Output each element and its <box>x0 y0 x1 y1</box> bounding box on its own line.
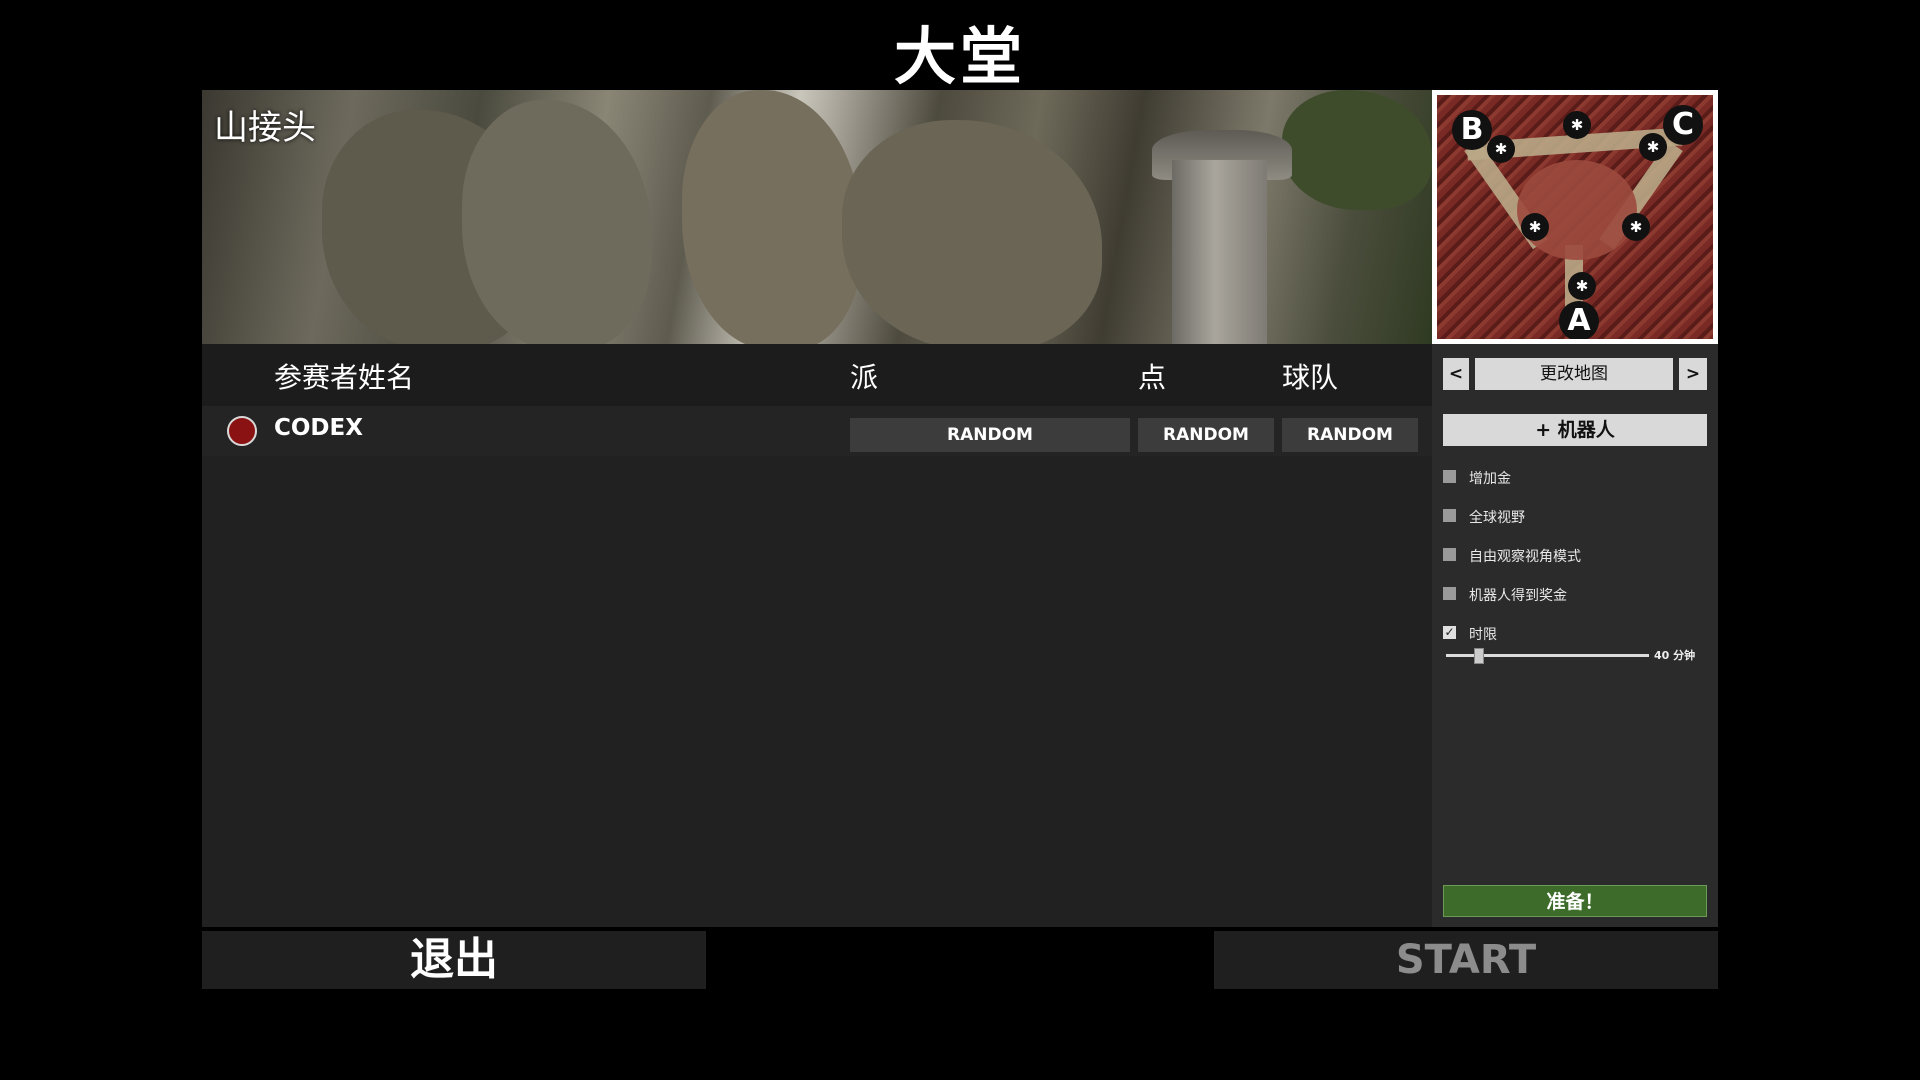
change-map-button[interactable]: 更改地图 <box>1475 358 1673 390</box>
checkbox[interactable] <box>1443 470 1456 483</box>
option-bonus-gold[interactable]: 增加金 <box>1443 468 1703 488</box>
team-select-button[interactable]: RANDOM <box>1282 418 1418 452</box>
resource-node-icon: ✱ <box>1563 111 1591 139</box>
resource-node-icon: ✱ <box>1521 213 1549 241</box>
resource-node-icon: ✱ <box>1622 213 1650 241</box>
minimap: B C A ✱ ✱ ✱ ✱ ✱ ✱ <box>1432 90 1718 344</box>
header-spawn: 点 <box>1138 361 1167 394</box>
header-team: 球队 <box>1282 361 1339 394</box>
player-row: CODEX RANDOM RANDOM RANDOM <box>202 406 1432 456</box>
next-map-button[interactable]: > <box>1679 358 1707 390</box>
map-name: 山接头 <box>214 108 316 148</box>
checkbox[interactable] <box>1443 548 1456 561</box>
spawn-select-button[interactable]: RANDOM <box>1138 418 1274 452</box>
ready-button[interactable]: 准备！ <box>1443 885 1707 917</box>
checkbox[interactable] <box>1443 587 1456 600</box>
option-global-vision[interactable]: 全球视野 <box>1443 507 1703 527</box>
resource-node-icon: ✱ <box>1568 272 1596 300</box>
add-bot-button[interactable]: + 机器人 <box>1443 414 1707 446</box>
player-color-swatch[interactable] <box>227 416 257 446</box>
option-time-limit[interactable]: ✓ 时限 <box>1443 624 1703 644</box>
player-list-header: 参赛者姓名 派 点 球队 <box>202 344 1432 406</box>
lobby-title: 大堂 <box>893 20 1026 93</box>
base-c-marker: C <box>1663 105 1703 145</box>
time-limit-slider-handle[interactable] <box>1474 648 1484 664</box>
resource-node-icon: ✱ <box>1639 133 1667 161</box>
settings-panel: < 更改地图 > + 机器人 增加金 全球视野 自由观察视角模式 机器人得到奖金… <box>1432 344 1718 927</box>
header-player-name: 参赛者姓名 <box>274 361 415 394</box>
option-bot-bonus[interactable]: 机器人得到奖金 <box>1443 585 1703 605</box>
player-name: CODEX <box>274 415 363 441</box>
faction-select-button[interactable]: RANDOM <box>850 418 1130 452</box>
map-preview-banner: 山接头 <box>202 90 1432 344</box>
start-button[interactable]: START <box>1214 931 1718 989</box>
base-b-marker: B <box>1452 110 1492 150</box>
option-free-spectator[interactable]: 自由观察视角模式 <box>1443 546 1703 566</box>
previous-map-button[interactable]: < <box>1443 358 1469 390</box>
exit-button[interactable]: 退出 <box>202 931 706 989</box>
checkbox-checked-icon[interactable]: ✓ <box>1443 626 1456 639</box>
base-a-marker: A <box>1559 301 1599 339</box>
player-list: 参赛者姓名 派 点 球队 CODEX RANDOM RANDOM RANDOM <box>202 344 1432 927</box>
resource-node-icon: ✱ <box>1487 135 1515 163</box>
time-limit-value: 40 分钟 <box>1654 649 1696 662</box>
checkbox[interactable] <box>1443 509 1456 522</box>
header-faction: 派 <box>850 361 879 394</box>
